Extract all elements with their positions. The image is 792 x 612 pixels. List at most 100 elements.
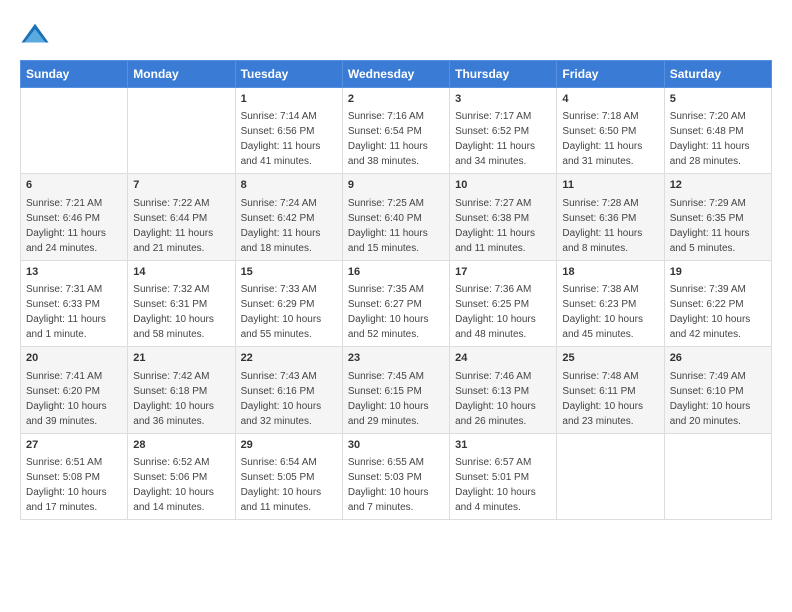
day-number: 28	[133, 438, 229, 453]
day-info: Sunrise: 7:28 AM Sunset: 6:36 PM Dayligh…	[562, 198, 642, 254]
calendar-cell: 25 Sunrise: 7:48 AM Sunset: 6:11 PM Dayli…	[557, 347, 664, 433]
day-info: Sunrise: 6:52 AM Sunset: 5:06 PM Dayligh…	[133, 457, 214, 513]
col-friday: Friday	[557, 61, 664, 88]
day-number: 15	[241, 265, 337, 280]
day-number: 14	[133, 265, 229, 280]
day-number: 6	[26, 178, 122, 193]
calendar-cell: 20 Sunrise: 7:41 AM Sunset: 6:20 PM Dayli…	[21, 347, 128, 433]
calendar-cell	[557, 433, 664, 519]
page-header	[20, 20, 772, 50]
calendar-cell: 14 Sunrise: 7:32 AM Sunset: 6:31 PM Dayli…	[128, 260, 235, 346]
calendar-header: Sunday Monday Tuesday Wednesday Thursday…	[21, 61, 772, 88]
logo-icon	[20, 20, 50, 50]
calendar-table: Sunday Monday Tuesday Wednesday Thursday…	[20, 60, 772, 520]
calendar-cell: 26 Sunrise: 7:49 AM Sunset: 6:10 PM Dayli…	[664, 347, 771, 433]
calendar-cell	[21, 88, 128, 174]
day-info: Sunrise: 7:32 AM Sunset: 6:31 PM Dayligh…	[133, 284, 214, 340]
calendar-cell: 1 Sunrise: 7:14 AM Sunset: 6:56 PM Daylig…	[235, 88, 342, 174]
day-info: Sunrise: 7:49 AM Sunset: 6:10 PM Dayligh…	[670, 371, 751, 427]
col-tuesday: Tuesday	[235, 61, 342, 88]
header-row: Sunday Monday Tuesday Wednesday Thursday…	[21, 61, 772, 88]
day-info: Sunrise: 7:18 AM Sunset: 6:50 PM Dayligh…	[562, 111, 642, 167]
calendar-cell: 4 Sunrise: 7:18 AM Sunset: 6:50 PM Daylig…	[557, 88, 664, 174]
calendar-cell: 22 Sunrise: 7:43 AM Sunset: 6:16 PM Dayli…	[235, 347, 342, 433]
calendar-cell: 28 Sunrise: 6:52 AM Sunset: 5:06 PM Dayli…	[128, 433, 235, 519]
day-info: Sunrise: 6:57 AM Sunset: 5:01 PM Dayligh…	[455, 457, 536, 513]
day-number: 13	[26, 265, 122, 280]
day-number: 17	[455, 265, 551, 280]
day-info: Sunrise: 7:48 AM Sunset: 6:11 PM Dayligh…	[562, 371, 643, 427]
day-info: Sunrise: 7:36 AM Sunset: 6:25 PM Dayligh…	[455, 284, 536, 340]
day-number: 24	[455, 351, 551, 366]
day-info: Sunrise: 7:35 AM Sunset: 6:27 PM Dayligh…	[348, 284, 429, 340]
calendar-cell: 7 Sunrise: 7:22 AM Sunset: 6:44 PM Daylig…	[128, 174, 235, 260]
day-info: Sunrise: 7:20 AM Sunset: 6:48 PM Dayligh…	[670, 111, 750, 167]
calendar-cell: 11 Sunrise: 7:28 AM Sunset: 6:36 PM Dayli…	[557, 174, 664, 260]
day-info: Sunrise: 7:17 AM Sunset: 6:52 PM Dayligh…	[455, 111, 535, 167]
calendar-cell: 16 Sunrise: 7:35 AM Sunset: 6:27 PM Dayli…	[342, 260, 449, 346]
calendar-cell: 30Sunrise: 6:55 AM Sunset: 5:03 PM Dayli…	[342, 433, 449, 519]
day-info: Sunrise: 7:16 AM Sunset: 6:54 PM Dayligh…	[348, 111, 428, 167]
day-number: 20	[26, 351, 122, 366]
day-number: 4	[562, 92, 658, 107]
day-info: Sunrise: 7:46 AM Sunset: 6:13 PM Dayligh…	[455, 371, 536, 427]
day-number: 18	[562, 265, 658, 280]
calendar-cell: 24 Sunrise: 7:46 AM Sunset: 6:13 PM Dayli…	[450, 347, 557, 433]
calendar-cell: 5 Sunrise: 7:20 AM Sunset: 6:48 PM Daylig…	[664, 88, 771, 174]
day-number: 12	[670, 178, 766, 193]
day-info: Sunrise: 7:14 AM Sunset: 6:56 PM Dayligh…	[241, 111, 321, 167]
calendar-cell: 8Sunrise: 7:24 AM Sunset: 6:42 PM Daylig…	[235, 174, 342, 260]
day-info: Sunrise: 6:51 AM Sunset: 5:08 PM Dayligh…	[26, 457, 107, 513]
day-number: 31	[455, 438, 551, 453]
day-number: 25	[562, 351, 658, 366]
day-info: Sunrise: 7:29 AM Sunset: 6:35 PM Dayligh…	[670, 198, 750, 254]
day-number: 27	[26, 438, 122, 453]
day-info: Sunrise: 7:24 AM Sunset: 6:42 PM Dayligh…	[241, 198, 321, 254]
day-number: 2	[348, 92, 444, 107]
day-number: 9	[348, 178, 444, 193]
day-info: Sunrise: 7:43 AM Sunset: 6:16 PM Dayligh…	[241, 371, 322, 427]
col-sunday: Sunday	[21, 61, 128, 88]
calendar-cell: 19Sunrise: 7:39 AM Sunset: 6:22 PM Dayli…	[664, 260, 771, 346]
day-info: Sunrise: 7:22 AM Sunset: 6:44 PM Dayligh…	[133, 198, 213, 254]
calendar-cell	[128, 88, 235, 174]
calendar-cell: 23 Sunrise: 7:45 AM Sunset: 6:15 PM Dayli…	[342, 347, 449, 433]
col-monday: Monday	[128, 61, 235, 88]
day-number: 11	[562, 178, 658, 193]
day-info: Sunrise: 7:27 AM Sunset: 6:38 PM Dayligh…	[455, 198, 535, 254]
day-number: 22	[241, 351, 337, 366]
day-number: 26	[670, 351, 766, 366]
col-thursday: Thursday	[450, 61, 557, 88]
day-number: 1	[241, 92, 337, 107]
day-number: 29	[241, 438, 337, 453]
calendar-cell: 13 Sunrise: 7:31 AM Sunset: 6:33 PM Dayli…	[21, 260, 128, 346]
day-info: Sunrise: 7:38 AM Sunset: 6:23 PM Dayligh…	[562, 284, 643, 340]
calendar-cell: 21Sunrise: 7:42 AM Sunset: 6:18 PM Dayli…	[128, 347, 235, 433]
day-info: Sunrise: 7:45 AM Sunset: 6:15 PM Dayligh…	[348, 371, 429, 427]
day-info: Sunrise: 6:55 AM Sunset: 5:03 PM Dayligh…	[348, 457, 429, 513]
day-info: Sunrise: 7:25 AM Sunset: 6:40 PM Dayligh…	[348, 198, 428, 254]
calendar-week-row: 6 Sunrise: 7:21 AM Sunset: 6:46 PM Daylig…	[21, 174, 772, 260]
calendar-cell: 17 Sunrise: 7:36 AM Sunset: 6:25 PM Dayli…	[450, 260, 557, 346]
calendar-cell: 12 Sunrise: 7:29 AM Sunset: 6:35 PM Dayli…	[664, 174, 771, 260]
day-number: 23	[348, 351, 444, 366]
calendar-body: 1 Sunrise: 7:14 AM Sunset: 6:56 PM Daylig…	[21, 88, 772, 520]
calendar-week-row: 13 Sunrise: 7:31 AM Sunset: 6:33 PM Dayli…	[21, 260, 772, 346]
calendar-week-row: 27 Sunrise: 6:51 AM Sunset: 5:08 PM Dayli…	[21, 433, 772, 519]
col-saturday: Saturday	[664, 61, 771, 88]
calendar-cell: 2 Sunrise: 7:16 AM Sunset: 6:54 PM Daylig…	[342, 88, 449, 174]
day-number: 21	[133, 351, 229, 366]
calendar-cell: 3Sunrise: 7:17 AM Sunset: 6:52 PM Daylig…	[450, 88, 557, 174]
calendar-cell: 27 Sunrise: 6:51 AM Sunset: 5:08 PM Dayli…	[21, 433, 128, 519]
day-number: 7	[133, 178, 229, 193]
day-number: 5	[670, 92, 766, 107]
day-info: Sunrise: 7:41 AM Sunset: 6:20 PM Dayligh…	[26, 371, 107, 427]
day-number: 10	[455, 178, 551, 193]
day-info: Sunrise: 6:54 AM Sunset: 5:05 PM Dayligh…	[241, 457, 322, 513]
calendar-cell: 29 Sunrise: 6:54 AM Sunset: 5:05 PM Dayli…	[235, 433, 342, 519]
day-info: Sunrise: 7:33 AM Sunset: 6:29 PM Dayligh…	[241, 284, 322, 340]
day-number: 16	[348, 265, 444, 280]
day-number: 19	[670, 265, 766, 280]
day-info: Sunrise: 7:31 AM Sunset: 6:33 PM Dayligh…	[26, 284, 106, 340]
day-info: Sunrise: 7:21 AM Sunset: 6:46 PM Dayligh…	[26, 198, 106, 254]
